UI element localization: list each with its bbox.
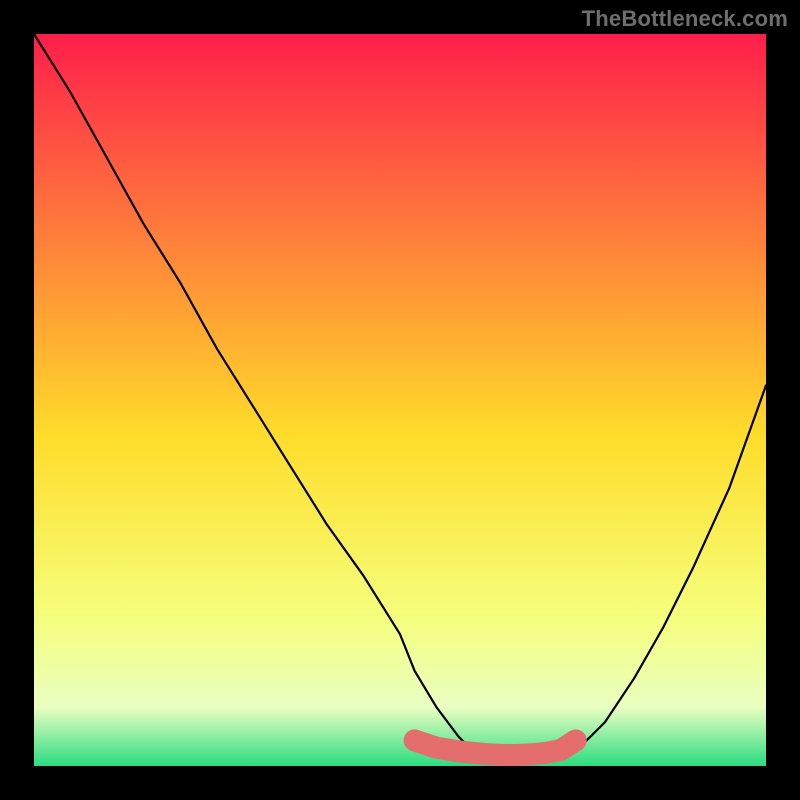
chart-plot-area: [34, 34, 766, 766]
chart-frame: TheBottleneck.com: [0, 0, 800, 800]
attribution-watermark: TheBottleneck.com: [582, 6, 788, 32]
curve-overlay: [34, 34, 766, 766]
bottleneck-curve-path: [34, 34, 766, 762]
bottom-highlight-sausage: [415, 740, 576, 755]
